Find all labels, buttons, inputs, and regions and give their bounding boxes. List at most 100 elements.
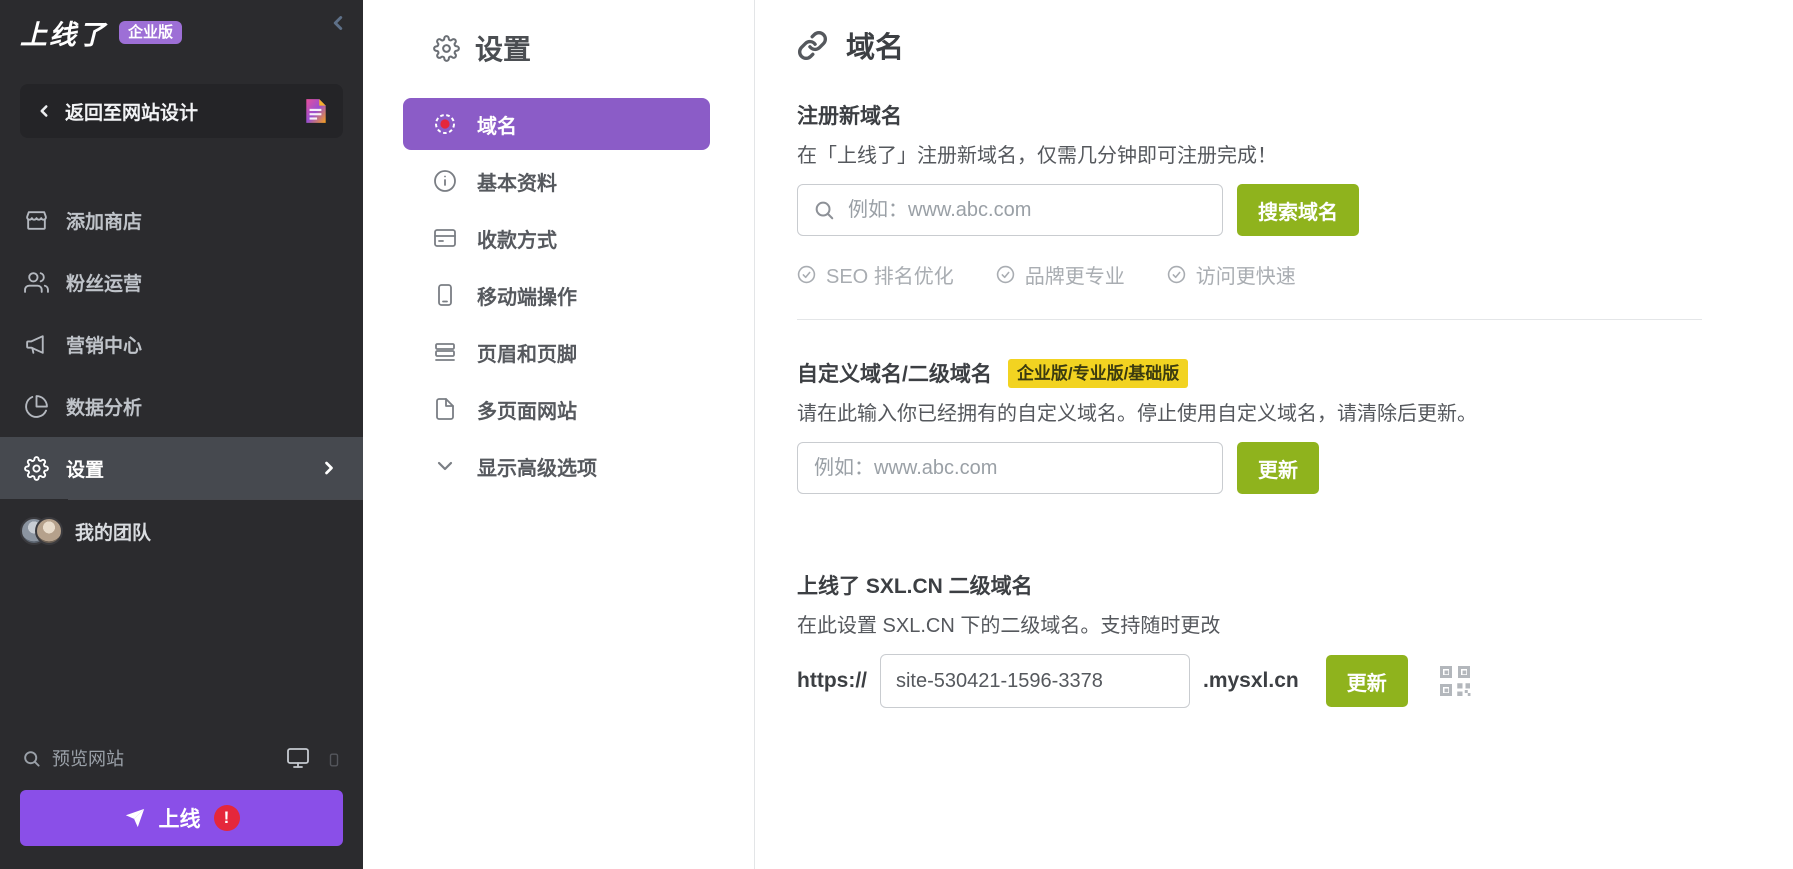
sidebar-item-label: 添加商店 [66,207,142,234]
sidebar-item-label: 营销中心 [66,331,142,358]
custom-domain-heading-label: 自定义域名/二级域名 [797,358,992,388]
search-domain-button[interactable]: 搜索域名 [1237,184,1359,236]
publish-button[interactable]: 上线 ! [20,790,343,846]
gear-icon [24,456,49,481]
benefit-label: 品牌更专业 [1025,260,1125,289]
sidebar-item-my-team[interactable]: 我的团队 [0,500,363,562]
settings-item-domain[interactable]: 域名 [403,98,710,150]
domain-icon [433,112,457,136]
subdomain-heading: 上线了 SXL.CN 二级域名 [797,570,1793,600]
settings-item-basic-info[interactable]: 基本资料 [403,155,710,207]
back-to-editor-label: 返回至网站设计 [65,98,292,125]
storefront-icon [24,208,49,233]
settings-item-label: 基本资料 [477,167,557,196]
settings-item-label: 显示高级选项 [477,452,597,481]
subdomain-section: 上线了 SXL.CN 二级域名 在此设置 SXL.CN 下的二级域名。支持随时更… [797,570,1793,708]
avatar [35,517,63,545]
section-divider [797,319,1702,320]
benefits-row: SEO 排名优化 品牌更专业 访问更快速 [797,260,1793,289]
back-to-editor-button[interactable]: 返回至网站设计 [20,84,343,138]
sidebar-item-marketing[interactable]: 营销中心 [0,313,363,375]
sidebar-item-label: 数据分析 [66,393,142,420]
update-subdomain-button[interactable]: 更新 [1326,655,1408,707]
rocket-icon [124,807,146,829]
settings-item-payment[interactable]: 收款方式 [403,212,710,264]
check-circle-icon [996,265,1015,284]
header-footer-icon [433,340,457,364]
preview-site-button[interactable]: 预览网站 [0,739,363,777]
register-heading: 注册新域名 [797,100,1793,130]
benefit-label: 访问更快速 [1196,260,1296,289]
users-icon [24,270,49,295]
custom-domain-section: 自定义域名/二级域名 企业版/专业版/基础版 请在此输入你已经拥有的自定义域名。… [797,358,1793,494]
chevron-left-icon [35,102,53,120]
sidebar-item-add-store[interactable]: 添加商店 [0,189,363,251]
custom-domain-input[interactable] [797,442,1223,494]
link-icon [797,30,828,61]
team-label: 我的团队 [75,518,151,545]
credit-card-icon [433,226,457,250]
check-circle-icon [1167,265,1186,284]
chevron-down-icon [433,454,457,478]
sidebar-nav: 添加商店 粉丝运营 营销中心 数据分析 设置 [0,189,363,562]
pages-icon [433,397,457,421]
settings-item-header-footer[interactable]: 页眉和页脚 [403,326,710,378]
settings-item-label: 页眉和页脚 [477,338,577,367]
sidebar-bottom: 预览网站 上线 ! [0,739,363,869]
preview-label: 预览网站 [52,745,124,771]
info-icon [433,169,457,193]
settings-panel: 设置 域名 基本资料 收款方式 移动端操作 页眉和页脚 多页面网站 [363,0,755,869]
gear-icon [433,35,460,62]
alert-badge: ! [214,805,240,831]
page-title: 域名 [797,24,1793,66]
megaphone-icon [24,332,49,357]
subdomain-input[interactable] [880,654,1190,708]
benefit-item: 访问更快速 [1167,260,1296,289]
qr-code-icon[interactable] [1437,663,1473,699]
search-icon [22,749,41,768]
benefit-item: SEO 排名优化 [797,260,954,289]
settings-panel-title: 设置 [363,28,754,68]
settings-item-label: 域名 [477,110,517,139]
sidebar-item-label: 粉丝运营 [66,269,142,296]
chevron-right-icon [319,458,339,478]
main-sidebar: 上线了 企业版 返回至网站设计 添加 [0,0,363,869]
pie-chart-icon [24,394,49,419]
sidebar-item-settings[interactable]: 设置 [0,437,363,499]
protocol-prefix: https:// [797,669,867,693]
register-domain-section: 注册新域名 在「上线了」注册新域名，仅需几分钟即可注册完成！ 搜索域名 SEO … [797,100,1793,289]
sidebar-item-fans[interactable]: 粉丝运营 [0,251,363,313]
check-circle-icon [797,265,816,284]
main-content: 域名 注册新域名 在「上线了」注册新域名，仅需几分钟即可注册完成！ 搜索域名 S… [755,0,1793,869]
domain-suffix: .mysxl.cn [1203,669,1299,693]
settings-item-label: 多页面网站 [477,395,577,424]
settings-item-advanced-toggle[interactable]: 显示高级选项 [403,440,710,492]
team-avatars [20,517,62,545]
settings-item-multipage[interactable]: 多页面网站 [403,383,710,435]
benefit-item: 品牌更专业 [996,260,1125,289]
subdomain-description: 在此设置 SXL.CN 下的二级域名。支持随时更改 [797,609,1793,638]
settings-item-mobile[interactable]: 移动端操作 [403,269,710,321]
phone-icon[interactable] [327,750,341,770]
logo-row: 上线了 企业版 [0,0,363,52]
register-description: 在「上线了」注册新域名，仅需几分钟即可注册完成！ [797,139,1793,168]
sidebar-collapse-chevron-icon[interactable] [327,12,349,34]
publish-label: 上线 [159,803,201,833]
monitor-icon[interactable] [285,746,311,770]
sidebar-item-analytics[interactable]: 数据分析 [0,375,363,437]
settings-item-label: 收款方式 [477,224,557,253]
device-toggle [285,746,341,770]
sidebar-item-label: 设置 [66,455,104,482]
mobile-icon [433,283,457,307]
page-title-label: 域名 [846,24,904,66]
app-logo: 上线了 [20,13,107,52]
settings-item-label: 移动端操作 [477,281,577,310]
site-document-icon [304,97,328,125]
update-custom-domain-button[interactable]: 更新 [1237,442,1319,494]
benefit-label: SEO 排名优化 [826,260,954,289]
settings-title-label: 设置 [475,28,531,68]
custom-domain-heading: 自定义域名/二级域名 企业版/专业版/基础版 [797,358,1793,388]
custom-domain-description: 请在此输入你已经拥有的自定义域名。停止使用自定义域名，请清除后更新。 [797,397,1793,426]
domain-search-input[interactable] [797,184,1223,236]
plan-requirement-badge: 企业版/专业版/基础版 [1008,359,1188,388]
